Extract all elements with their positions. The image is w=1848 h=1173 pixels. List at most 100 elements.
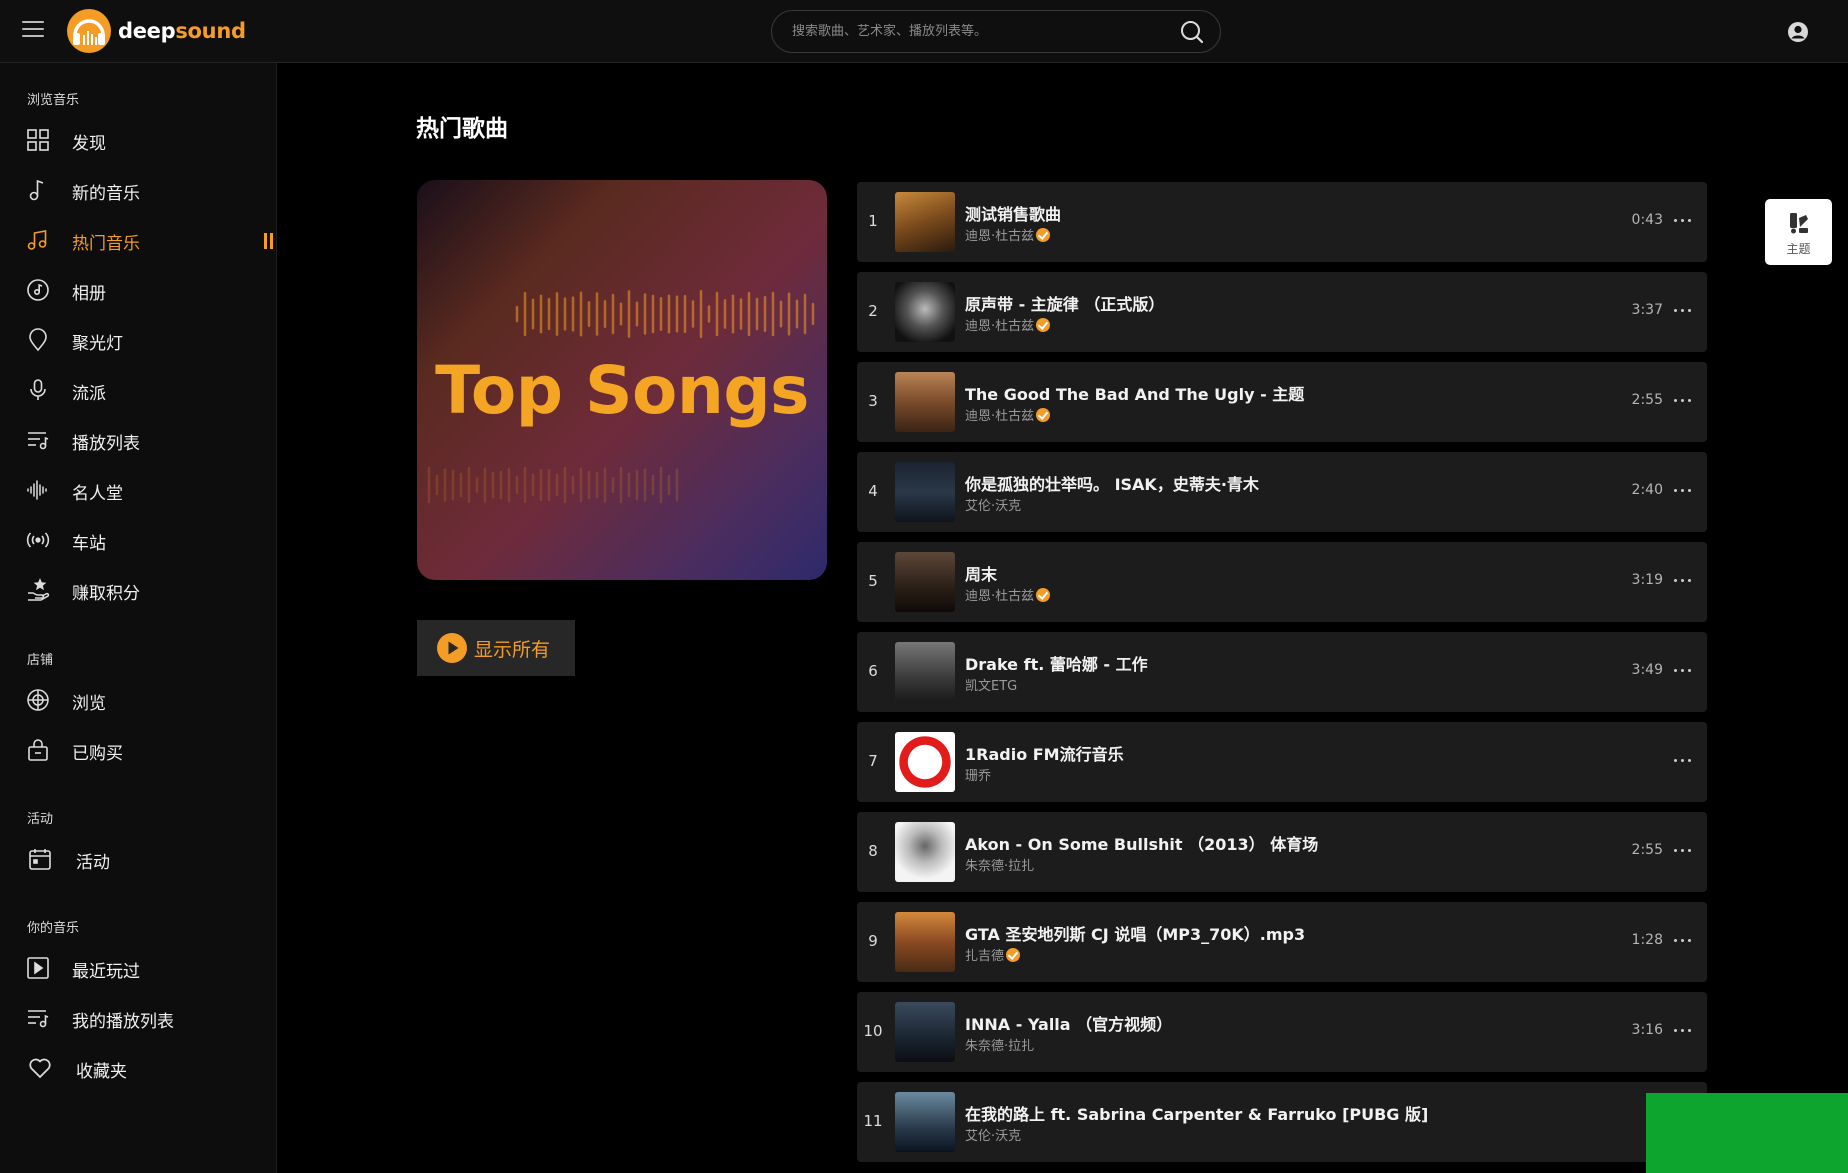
track-artwork[interactable]: [895, 552, 955, 612]
track-row[interactable]: 2 原声带 - 主旋律 （正式版） 迪恩·杜古兹 3:37: [857, 272, 1707, 352]
search-input[interactable]: [792, 11, 1162, 52]
sidebar-item-albums[interactable]: 相册: [0, 269, 277, 311]
sidebar-item-earn-points[interactable]: 赚取积分: [0, 569, 277, 611]
track-row[interactable]: 11 在我的路上 ft. Sabrina Carpenter & Farruko …: [857, 1082, 1707, 1162]
more-options-icon[interactable]: [1671, 388, 1695, 412]
track-title[interactable]: 在我的路上 ft. Sabrina Carpenter & Farruko [P…: [965, 1101, 1428, 1125]
track-title[interactable]: 你是孤独的壮举吗。 ISAK，史蒂夫·青木: [965, 471, 1259, 495]
more-options-icon[interactable]: [1671, 478, 1695, 502]
track-row[interactable]: 9 GTA 圣安地列斯 CJ 说唱（MP3_70K）.mp3 扎吉德 1:28: [857, 902, 1707, 982]
track-artist[interactable]: 朱奈德·拉扎: [965, 855, 1034, 874]
track-artist[interactable]: 扎吉德: [965, 945, 1021, 964]
track-artist-name[interactable]: 迪恩·杜古兹: [965, 585, 1034, 604]
more-options-icon[interactable]: [1671, 568, 1695, 592]
verified-badge-icon: [1006, 947, 1021, 962]
more-options-icon[interactable]: [1671, 658, 1695, 682]
track-row[interactable]: 1 测试销售歌曲 迪恩·杜古兹 0:43: [857, 182, 1707, 262]
track-artist-name[interactable]: 迪恩·杜古兹: [965, 405, 1034, 424]
track-artist-name[interactable]: 艾伦·沃克: [965, 495, 1021, 514]
sidebar-item-genres[interactable]: 流派: [0, 369, 277, 411]
track-row[interactable]: 8 Akon - On Some Bullshit （2013） 体育场 朱奈德·拉…: [857, 812, 1707, 892]
show-all-button[interactable]: 显示所有: [417, 620, 575, 676]
sidebar-item-stations[interactable]: 车站: [0, 519, 277, 561]
track-title[interactable]: Drake ft. 蕾哈娜 - 工作: [965, 651, 1148, 675]
track-artist-name[interactable]: 凯文ETG: [965, 675, 1017, 694]
more-options-icon[interactable]: [1671, 208, 1695, 232]
track-title[interactable]: INNA - Yalla （官方视频）: [965, 1011, 1172, 1035]
track-artist-name[interactable]: 迪恩·杜古兹: [965, 225, 1034, 244]
track-artist-name[interactable]: 朱奈德·拉扎: [965, 1035, 1034, 1054]
track-artist[interactable]: 迪恩·杜古兹: [965, 585, 1051, 604]
track-row[interactable]: 4 你是孤独的壮举吗。 ISAK，史蒂夫·青木 艾伦·沃克 2:40: [857, 452, 1707, 532]
track-artwork[interactable]: [895, 732, 955, 792]
track-artwork[interactable]: [895, 372, 955, 432]
track-title[interactable]: 测试销售歌曲: [965, 201, 1061, 225]
track-artist-name[interactable]: 朱奈德·拉扎: [965, 855, 1034, 874]
track-artwork[interactable]: [895, 822, 955, 882]
more-options-icon[interactable]: [1671, 838, 1695, 862]
track-artist[interactable]: 迪恩·杜古兹: [965, 225, 1051, 244]
track-artist[interactable]: 朱奈德·拉扎: [965, 1035, 1034, 1054]
track-title[interactable]: 原声带 - 主旋律 （正式版）: [965, 291, 1164, 315]
theme-button[interactable]: 主题: [1765, 199, 1832, 265]
track-artist-name[interactable]: 珊乔: [965, 765, 991, 784]
track-artist[interactable]: 迪恩·杜古兹: [965, 315, 1051, 334]
sidebar-item-top-music[interactable]: 热门音乐: [0, 219, 277, 261]
sidebar-item-browse-store[interactable]: 浏览: [0, 679, 277, 721]
track-row[interactable]: 6 Drake ft. 蕾哈娜 - 工作 凯文ETG 3:49: [857, 632, 1707, 712]
bag-icon: [28, 739, 48, 761]
track-artist-name[interactable]: 扎吉德: [965, 945, 1004, 964]
track-duration: 1:28: [1631, 932, 1663, 948]
more-options-icon[interactable]: [1671, 928, 1695, 952]
track-artist[interactable]: 艾伦·沃克: [965, 495, 1021, 514]
user-account-icon[interactable]: [1786, 20, 1810, 44]
track-title[interactable]: 1Radio FM流行音乐: [965, 741, 1124, 765]
track-title[interactable]: Akon - On Some Bullshit （2013） 体育场: [965, 831, 1318, 855]
track-row[interactable]: 10 INNA - Yalla （官方视频） 朱奈德·拉扎 3:16: [857, 992, 1707, 1072]
track-artist[interactable]: 珊乔: [965, 765, 991, 784]
menu-icon[interactable]: [22, 21, 44, 39]
globe-icon: [27, 689, 49, 711]
track-artist-name[interactable]: 艾伦·沃克: [965, 1125, 1021, 1144]
sidebar-item-playlists[interactable]: 播放列表: [0, 419, 277, 461]
track-artist[interactable]: 迪恩·杜古兹: [965, 405, 1051, 424]
sidebar-item-label: 收藏夹: [76, 1062, 127, 1082]
sidebar-item-recently-played[interactable]: 最近玩过: [0, 947, 277, 989]
track-number: 8: [868, 842, 878, 860]
sidebar-item-new-music[interactable]: 新的音乐: [0, 169, 277, 211]
sidebar-item-purchased[interactable]: 已购买: [0, 729, 277, 771]
sidebar-item-spotlight[interactable]: 聚光灯: [0, 319, 277, 361]
track-row[interactable]: 5 周末 迪恩·杜古兹 3:19: [857, 542, 1707, 622]
track-artwork[interactable]: [895, 1092, 955, 1152]
verified-badge-icon: [1036, 587, 1051, 602]
sidebar-item-events[interactable]: 活动: [0, 838, 277, 880]
track-artwork[interactable]: [895, 1002, 955, 1062]
track-title[interactable]: 周末: [965, 561, 997, 585]
sidebar-item-label: 聚光灯: [72, 334, 123, 354]
track-title[interactable]: GTA 圣安地列斯 CJ 说唱（MP3_70K）.mp3: [965, 921, 1305, 945]
sidebar-item-discover[interactable]: 发现: [0, 119, 277, 161]
headphones-logo-icon: [67, 9, 111, 53]
track-artwork[interactable]: [895, 462, 955, 522]
track-artwork[interactable]: [895, 192, 955, 252]
track-artwork[interactable]: [895, 642, 955, 702]
logo[interactable]: deepsound: [66, 8, 246, 54]
track-artist[interactable]: 凯文ETG: [965, 675, 1017, 694]
track-duration: 2:55: [1631, 842, 1663, 858]
track-row[interactable]: 3 The Good The Bad And The Ugly - 主题 迪恩·杜古…: [857, 362, 1707, 442]
track-row[interactable]: 7 1Radio FM流行音乐 珊乔: [857, 722, 1707, 802]
sidebar-item-my-playlists[interactable]: 我的播放列表: [0, 997, 277, 1039]
track-artist-name[interactable]: 迪恩·杜古兹: [965, 315, 1034, 334]
star-hand-icon: [28, 578, 50, 601]
heart-icon: [29, 1058, 51, 1079]
more-options-icon[interactable]: [1671, 1018, 1695, 1042]
more-options-icon[interactable]: [1671, 298, 1695, 322]
more-options-icon[interactable]: [1671, 748, 1695, 772]
search-icon[interactable]: [1180, 20, 1204, 44]
track-artwork[interactable]: [895, 912, 955, 972]
track-title[interactable]: The Good The Bad And The Ugly - 主题: [965, 381, 1304, 405]
sidebar-item-favorites[interactable]: 收藏夹: [0, 1047, 277, 1089]
sidebar-item-hall-of-fame[interactable]: 名人堂: [0, 469, 277, 511]
track-artwork[interactable]: [895, 282, 955, 342]
track-artist[interactable]: 艾伦·沃克: [965, 1125, 1021, 1144]
